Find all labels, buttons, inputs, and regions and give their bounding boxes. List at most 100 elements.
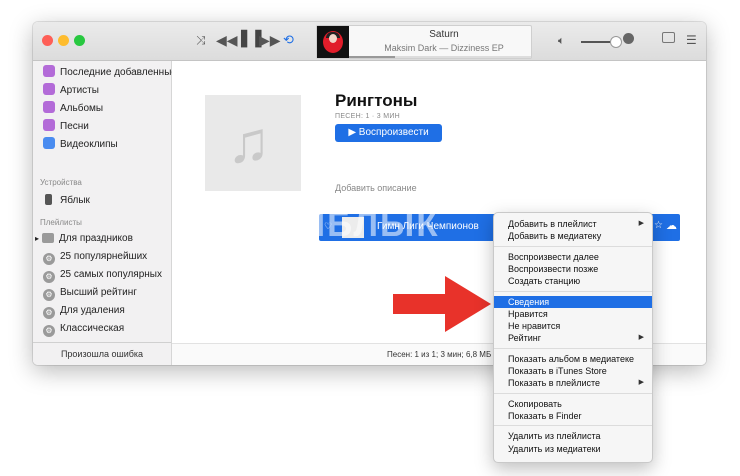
menu-item[interactable]: Показать в Finder: [494, 410, 652, 422]
menu-item[interactable]: Удалить из плейлиста: [494, 430, 652, 442]
playlist-meta: ПЕСЕН: 1 · 3 МИН: [335, 113, 401, 120]
gear-icon: ⚙: [43, 289, 55, 301]
context-menu: Добавить в плейлист ▶ Добавить в медиатеку…: [493, 212, 653, 463]
menu-item[interactable]: Показать в плейлисте ▶: [494, 377, 652, 389]
menu-separator: [494, 425, 652, 427]
menu-item-label: Рейтинг: [508, 333, 542, 344]
red-arrow-icon: [393, 276, 491, 332]
menu-item-label: Создать станцию: [508, 276, 581, 287]
devices-header: Устройства: [40, 178, 82, 187]
menu-item[interactable]: Показать в iTunes Store: [494, 365, 652, 377]
error-status[interactable]: Произошла ошибка: [33, 342, 171, 365]
menu-item[interactable]: Добавить в медиатеку: [494, 230, 652, 242]
star-icon[interactable]: ☆: [654, 220, 663, 231]
list-icon[interactable]: ☰: [686, 31, 697, 49]
toolbar: ⤨ ◀◀ ❚❚ ▶▶ ⟲ Saturn Maksim Dark — Dizzin…: [33, 22, 706, 61]
submenu-arrow-icon: ▶: [638, 220, 644, 227]
menu-item[interactable]: Сведения: [494, 295, 652, 308]
minimize-window-button[interactable]: [58, 35, 69, 46]
sidebar-item[interactable]: Песни: [43, 118, 89, 135]
tv-icon: [43, 137, 55, 149]
sidebar-item[interactable]: Артисты: [43, 82, 99, 99]
play-button[interactable]: ▶ Воспроизвести: [335, 124, 442, 142]
menu-item[interactable]: Воспроизвести позже: [494, 263, 652, 275]
sidebar-item[interactable]: Видеоклипы: [43, 136, 118, 153]
submenu-arrow-icon: ▶: [638, 379, 644, 387]
sidebar-item-label: Для удаления: [60, 305, 125, 316]
menu-item-label: Удалить из плейлиста: [508, 431, 601, 442]
watermark-logo: ЯБЛЫК: [300, 205, 440, 244]
menu-item-label: Добавить в медиатеку: [508, 231, 602, 242]
sidebar-item-label: Видеоклипы: [60, 139, 118, 150]
sidebar-item-playlist[interactable]: ⚙ 25 самых популярных: [43, 266, 162, 283]
music-note-icon: ♫: [227, 110, 271, 175]
sidebar-item-device[interactable]: Яблык: [43, 192, 90, 209]
menu-item-label: Воспроизвести позже: [508, 263, 599, 274]
song-title: Saturn: [429, 29, 459, 40]
menu-item-label: Показать в iTunes Store: [508, 366, 607, 376]
status-text: Песен: 1 из 1; 3 мин; 6,8 МБ: [387, 350, 492, 359]
folder-icon: [42, 233, 55, 243]
menu-item[interactable]: Воспроизвести далее: [494, 251, 652, 263]
sidebar-item-label: Для праздников: [59, 233, 133, 244]
album-icon: [43, 101, 55, 113]
gear-icon: ⚙: [43, 271, 55, 283]
sidebar-item[interactable]: Последние добавленные: [43, 64, 177, 81]
next-track-icon[interactable]: ▶▶: [259, 31, 281, 49]
sidebar-item[interactable]: Альбомы: [43, 100, 103, 117]
menu-separator: [494, 245, 652, 247]
cloud-icon[interactable]: ☁: [666, 219, 677, 232]
sidebar-item-label: Последние добавленные: [60, 67, 177, 78]
zoom-window-button[interactable]: [74, 35, 85, 46]
menu-separator: [494, 290, 652, 292]
sidebar-item-playlist[interactable]: ⚙ 25 популярнейших: [43, 248, 147, 265]
sidebar-item-label: Альбомы: [60, 103, 104, 114]
add-description-field[interactable]: Добавить описание: [335, 183, 417, 193]
sidebar-item-label: 25 самых популярных: [60, 269, 162, 280]
menu-item-label: Нравится: [508, 308, 548, 319]
previous-track-icon[interactable]: ◀◀: [216, 31, 238, 49]
volume-icon: 🔈︎: [558, 35, 565, 47]
menu-item[interactable]: Нравится: [494, 308, 652, 320]
menu-item[interactable]: Рейтинг ▶: [494, 332, 652, 344]
menu-item-label: Не нравится: [508, 321, 561, 332]
disclosure-triangle-icon[interactable]: ▸: [35, 234, 39, 243]
shuffle-icon[interactable]: ⤨: [196, 31, 206, 49]
menu-separator: [494, 347, 652, 349]
sidebar-item-label: 25 популярнейших: [60, 251, 148, 262]
lyrics-icon[interactable]: [662, 32, 675, 43]
sidebar-item-playlist[interactable]: ⚙ Высший рейтинг: [43, 284, 137, 301]
sidebar-item-label: Песни: [60, 121, 89, 132]
airplay-icon[interactable]: [623, 33, 634, 44]
menu-item[interactable]: Создать станцию: [494, 275, 652, 287]
menu-separator: [494, 392, 652, 394]
playlist-cover: ♫: [205, 95, 301, 191]
menu-item-label: Показать в плейлисте: [508, 378, 601, 389]
menu-item[interactable]: Скопировать: [494, 398, 652, 410]
album-art: [317, 26, 349, 58]
menu-item[interactable]: Удалить из медиатеки: [494, 443, 652, 455]
menu-item[interactable]: Добавить в плейлист ▶: [494, 218, 652, 230]
artist-album: Maksim Dark — Dizziness EP: [384, 43, 504, 53]
iphone-icon: [45, 194, 52, 205]
sidebar: Последние добавленные Артисты Альбомы Песни…: [33, 61, 177, 365]
sidebar-item-label: Классическая: [60, 323, 125, 334]
sidebar-item-playlist[interactable]: ⚙ Для удаления: [43, 302, 125, 319]
now-playing-display[interactable]: Saturn Maksim Dark — Dizziness EP: [316, 25, 532, 59]
menu-item[interactable]: Не нравится: [494, 320, 652, 332]
sidebar-item-playlist[interactable]: ▸ Для праздников: [35, 230, 133, 247]
menu-item[interactable]: Показать альбом в медиатеке: [494, 353, 652, 365]
menu-item-label: Скопировать: [508, 398, 562, 409]
progress-bar[interactable]: [349, 56, 531, 58]
gear-icon: ⚙: [43, 253, 55, 265]
menu-item-label: Воспроизвести далее: [508, 251, 599, 262]
menu-item-label: Добавить в плейлист: [508, 219, 597, 229]
sidebar-item-label: Яблык: [60, 195, 90, 206]
volume-knob[interactable]: [610, 36, 622, 48]
gear-icon: ⚙: [43, 307, 55, 319]
close-window-button[interactable]: [42, 35, 53, 46]
menu-item-label: Показать альбом в медиатеке: [508, 353, 634, 364]
repeat-icon[interactable]: ⟲: [283, 31, 294, 49]
music-note-icon: [43, 119, 55, 131]
sidebar-item-playlist[interactable]: ⚙ Классическая: [43, 320, 124, 337]
